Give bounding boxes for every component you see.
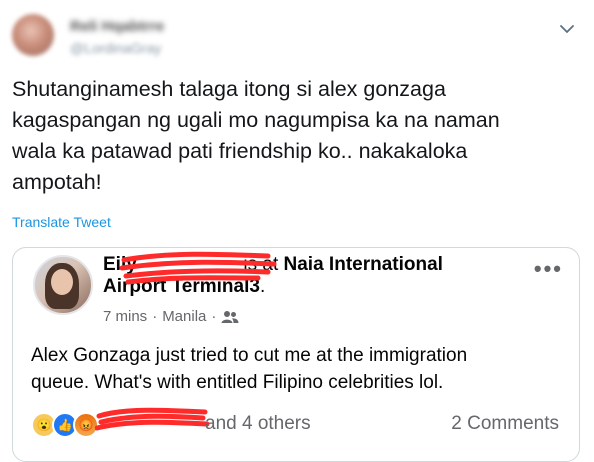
fb-location: Naia International	[283, 254, 443, 275]
fb-reaction-others: and 4 others	[205, 413, 311, 434]
tweet-text-line: kagaspangan ng ugali mo nagumpisa ka na …	[12, 108, 500, 132]
translate-tweet-link[interactable]: Translate Tweet	[12, 214, 111, 230]
fb-post-line: Alex Gonzaga just tried to cut me at the…	[31, 345, 468, 366]
fb-post-text: Alex Gonzaga just tried to cut me at the…	[31, 342, 561, 396]
chevron-down-icon[interactable]	[558, 20, 576, 38]
fb-post-place: Manila	[162, 308, 207, 325]
avatar-face-shape	[51, 269, 73, 295]
tweet-text-line: Shutanginamesh talaga itong si alex gonz…	[12, 77, 446, 101]
fb-post-meta: 7 mins · Manila ·	[103, 308, 239, 325]
fb-post-time: 7 mins	[103, 308, 148, 325]
more-dots-icon: •••	[533, 256, 563, 281]
tweet: Reli Hqabtrre @LordinaGray Shutanginames…	[0, 0, 594, 462]
meta-separator: ·	[211, 308, 217, 325]
redaction-scribble	[119, 251, 277, 285]
tweet-text-line: ampotah!	[12, 170, 102, 194]
tweet-handle[interactable]: @LordinaGray	[70, 40, 161, 56]
meta-separator: ·	[152, 308, 158, 325]
fb-reactions: 😮 👍 😡	[31, 412, 99, 438]
audience-friends-icon	[221, 310, 239, 323]
redaction-scribble	[95, 407, 210, 431]
fb-post-line: queue. What's with entitled Filipino cel…	[31, 372, 444, 393]
tweet-text-line: wala ka patawad pati friendship ko.. nak…	[12, 139, 468, 163]
fb-comments-count: 2 Comments	[451, 413, 559, 434]
fb-author-avatar	[33, 255, 93, 315]
tweet-text: Shutanginamesh talaga itong si alex gonz…	[12, 74, 577, 198]
embedded-facebook-screenshot: Eily is at Naia International Airport Te…	[12, 247, 580, 462]
tweet-display-name[interactable]: Reli Hqabtrre	[70, 18, 164, 35]
tweet-avatar[interactable]	[12, 14, 54, 56]
